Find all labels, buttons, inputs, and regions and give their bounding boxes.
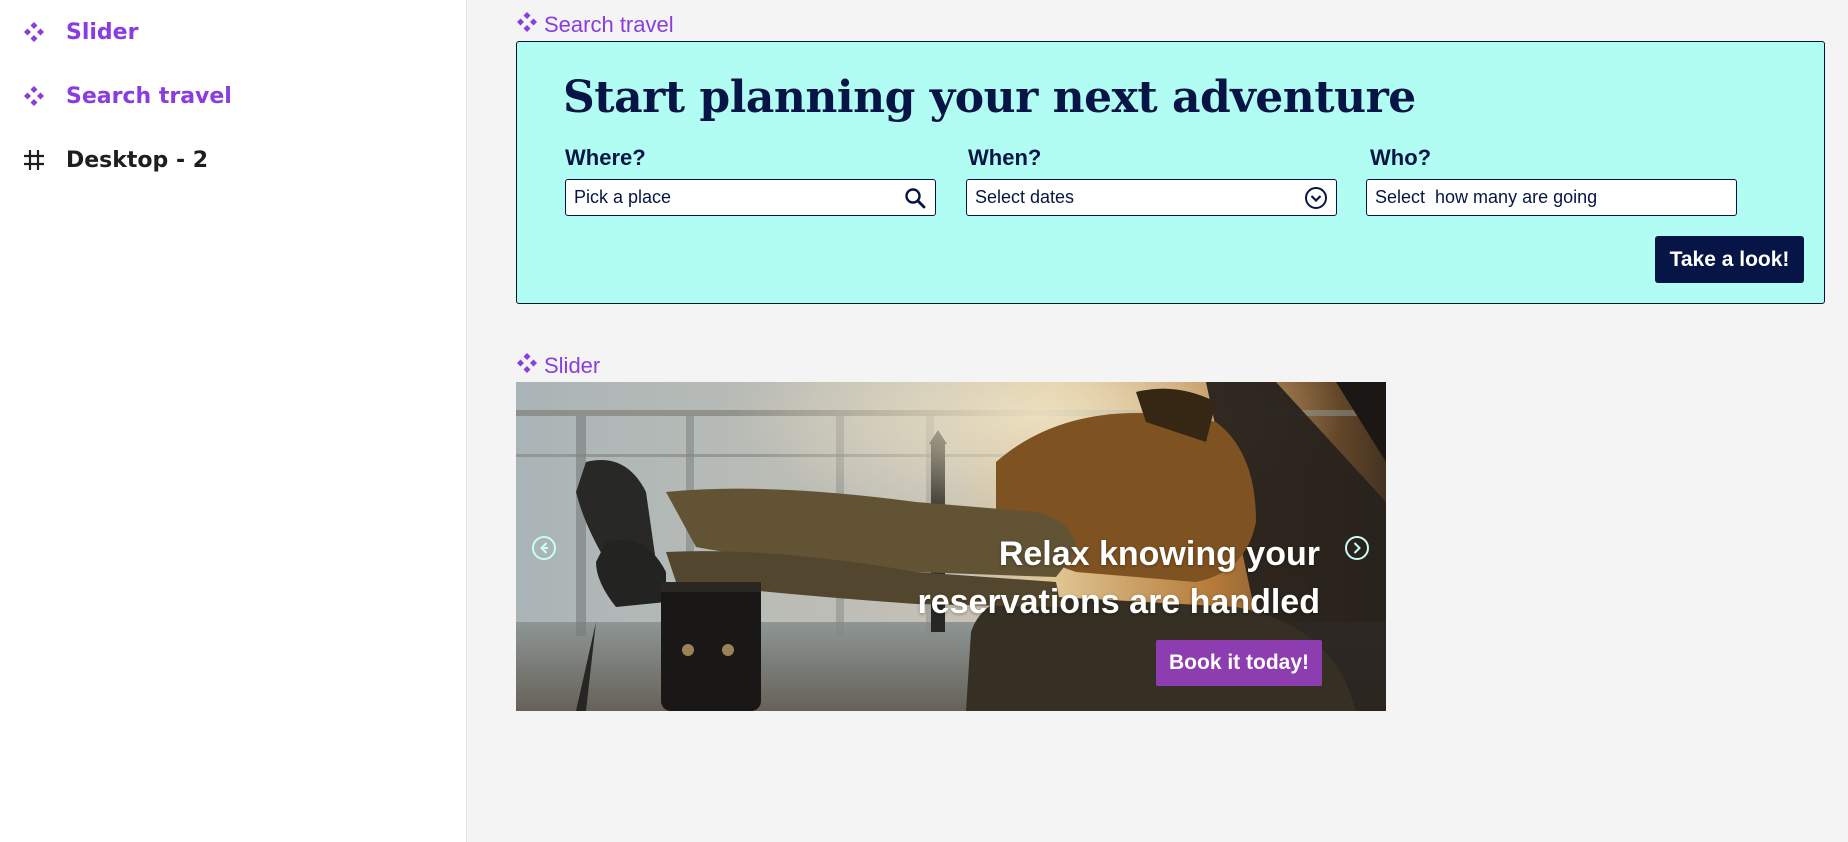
component-icon [516, 352, 538, 380]
slide-headline-line-1: Relax knowing your [998, 535, 1320, 573]
frame-hash-icon [20, 146, 48, 174]
slide-headline-line-2: reservations are handled [917, 583, 1320, 621]
book-it-today-button[interactable]: Book it today! [1156, 640, 1322, 686]
who-label: Who? [1370, 145, 1432, 170]
layer-label: Slider [66, 19, 139, 45]
take-a-look-button[interactable]: Take a look! [1655, 236, 1804, 283]
layer-label: Search travel [66, 83, 232, 109]
slide-headline: Relax knowing your reservations are hand… [917, 530, 1320, 626]
where-placeholder: Pick a place [574, 187, 672, 207]
layer-item-desktop-2[interactable]: Desktop - 2 [20, 140, 208, 180]
search-title: Start planning your next adventure [563, 72, 1416, 123]
chevron-down-circle-icon[interactable] [1304, 186, 1328, 210]
layers-panel: Slider Search travel Desktop - 2 [0, 0, 467, 842]
component-icon [20, 82, 48, 110]
search-icon[interactable] [903, 186, 927, 210]
when-label: When? [968, 145, 1042, 170]
frame-tag-label: Search travel [544, 12, 674, 37]
layer-item-search-travel[interactable]: Search travel [20, 76, 232, 116]
layer-label: Desktop - 2 [66, 147, 209, 173]
chevron-right-circle-icon [1345, 536, 1369, 560]
where-input[interactable]: Pick a place [565, 179, 936, 216]
search-travel-frame-tag[interactable]: Search travel [516, 11, 674, 39]
slider-frame-tag[interactable]: Slider [516, 352, 600, 380]
when-placeholder: Select dates [975, 187, 1075, 207]
layer-item-slider[interactable]: Slider [20, 12, 138, 52]
slider-prev-button[interactable] [531, 535, 557, 561]
who-input[interactable]: Select how many are going [1366, 179, 1737, 216]
component-icon [516, 11, 538, 39]
search-travel-card: Start planning your next adventure Where… [516, 41, 1825, 304]
slider-next-button[interactable] [1344, 535, 1370, 561]
hero-slider: Relax knowing your reservations are hand… [516, 382, 1386, 711]
component-icon [20, 18, 48, 46]
when-select[interactable]: Select dates [966, 179, 1337, 216]
who-placeholder: Select how many are going [1375, 187, 1598, 207]
frame-tag-label: Slider [544, 353, 601, 378]
where-label: Where? [565, 145, 646, 170]
chevron-left-circle-icon [532, 536, 556, 560]
